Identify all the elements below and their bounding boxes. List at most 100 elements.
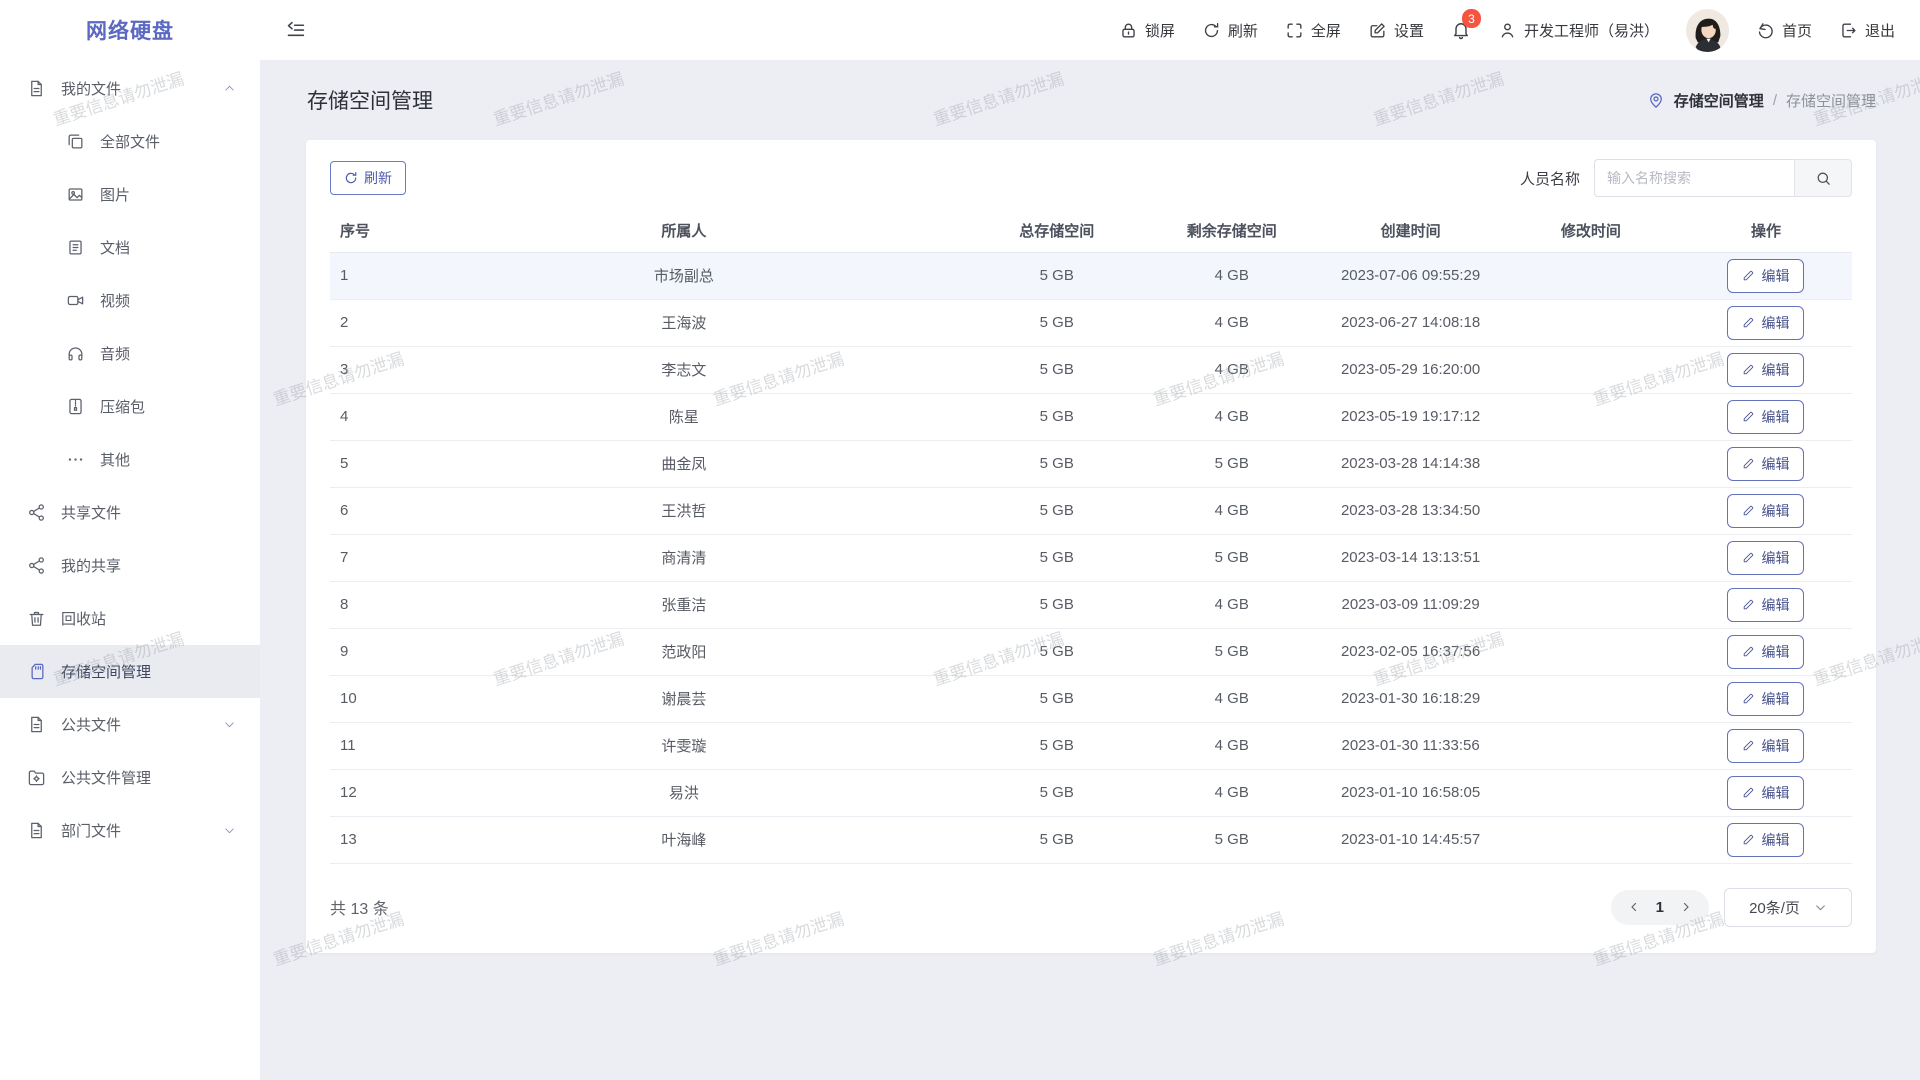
sidebar-item-recycle-bin[interactable]: 回收站 (0, 592, 260, 645)
refresh-page-button[interactable]: 刷新 (1202, 20, 1258, 41)
cell-modified (1502, 628, 1680, 675)
sidebar-item-my-shares[interactable]: 我的共享 (0, 539, 260, 592)
trash-icon (27, 609, 46, 628)
edit-button-label: 编辑 (1761, 642, 1789, 662)
fullscreen-button[interactable]: 全屏 (1285, 20, 1341, 41)
cell-total: 5 GB (969, 628, 1144, 675)
edit-button[interactable]: 编辑 (1727, 588, 1804, 622)
person-icon (1498, 21, 1517, 40)
cell-remaining: 4 GB (1144, 346, 1319, 393)
pagination: 1 20条/页 (1611, 888, 1852, 927)
breadcrumb-current[interactable]: 存储空间管理 (1674, 90, 1764, 111)
cell-owner: 王海波 (398, 299, 969, 346)
cell-modified (1502, 252, 1680, 299)
share-icon (27, 556, 46, 575)
video-icon (66, 291, 85, 310)
menu-fold-icon[interactable] (285, 20, 306, 41)
edit-button[interactable]: 编辑 (1727, 635, 1804, 669)
sidebar-item-label: 视频 (100, 290, 130, 311)
search-input[interactable] (1594, 159, 1794, 197)
main-content: 存储空间管理 存储空间管理 / 存储空间管理 刷新 人员名称 (260, 60, 1920, 1080)
sidebar-item-public-file-management[interactable]: 公共文件管理 (0, 751, 260, 804)
sidebar-item-label: 音频 (100, 343, 130, 364)
cell-action: 编辑 (1680, 675, 1852, 722)
storage-icon (27, 662, 46, 681)
avatar[interactable] (1686, 9, 1729, 52)
page-size-select[interactable]: 20条/页 (1724, 888, 1852, 927)
notifications-button[interactable]: 3 (1451, 20, 1471, 40)
edit-button-label: 编辑 (1761, 736, 1789, 756)
edit-button-label: 编辑 (1761, 454, 1789, 474)
column-header: 总存储空间 (969, 210, 1144, 252)
edit-button[interactable]: 编辑 (1727, 494, 1804, 528)
storage-table: 序号所属人总存储空间剩余存储空间创建时间修改时间操作 1市场副总5 GB4 GB… (330, 210, 1852, 864)
sidebar-item-documents[interactable]: 文档 (0, 221, 260, 274)
settings-label: 设置 (1394, 20, 1424, 41)
cell-total: 5 GB (969, 722, 1144, 769)
edit-button[interactable]: 编辑 (1727, 541, 1804, 575)
user-menu[interactable]: 开发工程师（易洪） (1498, 20, 1659, 41)
current-page[interactable]: 1 (1656, 899, 1664, 916)
table-refresh-button[interactable]: 刷新 (330, 161, 406, 195)
cell-created: 2023-03-28 14:14:38 (1319, 440, 1502, 487)
edit-button[interactable]: 编辑 (1727, 259, 1804, 293)
table-row: 8张重洁5 GB4 GB2023-03-09 11:09:29编辑 (330, 581, 1852, 628)
sidebar-item-my-files[interactable]: 我的文件 (0, 62, 260, 115)
pencil-icon (1742, 410, 1755, 423)
table-row: 1市场副总5 GB4 GB2023-07-06 09:55:29编辑 (330, 252, 1852, 299)
edit-button-label: 编辑 (1761, 595, 1789, 615)
cell-created: 2023-01-10 16:58:05 (1319, 769, 1502, 816)
sidebar-item-images[interactable]: 图片 (0, 168, 260, 221)
table-row: 5曲金凤5 GB5 GB2023-03-28 14:14:38编辑 (330, 440, 1852, 487)
edit-button[interactable]: 编辑 (1727, 729, 1804, 763)
edit-button[interactable]: 编辑 (1727, 823, 1804, 857)
cell-modified (1502, 722, 1680, 769)
edit-button[interactable]: 编辑 (1727, 682, 1804, 716)
image-icon (66, 185, 85, 204)
cell-modified (1502, 816, 1680, 863)
pencil-icon (1742, 269, 1755, 282)
cell-total: 5 GB (969, 440, 1144, 487)
pencil-icon (1742, 457, 1755, 470)
table-row: 12易洪5 GB4 GB2023-01-10 16:58:05编辑 (330, 769, 1852, 816)
prev-page-button[interactable] (1624, 901, 1644, 913)
logout-icon (1839, 21, 1858, 40)
cell-modified (1502, 769, 1680, 816)
search-button[interactable] (1794, 159, 1852, 197)
cell-created: 2023-07-06 09:55:29 (1319, 252, 1502, 299)
sidebar-item-others[interactable]: 其他 (0, 433, 260, 486)
home-button[interactable]: 首页 (1756, 20, 1812, 41)
total-count: 共 13 条 (330, 895, 389, 919)
sidebar-item-storage-management[interactable]: 存储空间管理 (0, 645, 260, 698)
edit-button[interactable]: 编辑 (1727, 353, 1804, 387)
page-title: 存储空间管理 (307, 85, 433, 115)
settings-button[interactable]: 设置 (1368, 20, 1424, 41)
sidebar-item-audio[interactable]: 音频 (0, 327, 260, 380)
table-row: 11许雯璇5 GB4 GB2023-01-30 11:33:56编辑 (330, 722, 1852, 769)
next-page-button[interactable] (1676, 901, 1696, 913)
sidebar-item-all-files[interactable]: 全部文件 (0, 115, 260, 168)
cell-remaining: 4 GB (1144, 252, 1319, 299)
cell-no: 9 (330, 628, 398, 675)
lock-screen-button[interactable]: 锁屏 (1119, 20, 1175, 41)
sidebar-item-public-files[interactable]: 公共文件 (0, 698, 260, 751)
edit-button[interactable]: 编辑 (1727, 776, 1804, 810)
sidebar-item-department-files[interactable]: 部门文件 (0, 804, 260, 857)
cell-no: 1 (330, 252, 398, 299)
table-row: 13叶海峰5 GB5 GB2023-01-10 14:45:57编辑 (330, 816, 1852, 863)
cell-created: 2023-01-30 11:33:56 (1319, 722, 1502, 769)
logout-button[interactable]: 退出 (1839, 20, 1895, 41)
cell-owner: 陈星 (398, 393, 969, 440)
pencil-icon (1742, 739, 1755, 752)
edit-button[interactable]: 编辑 (1727, 400, 1804, 434)
sidebar-item-shared-files[interactable]: 共享文件 (0, 486, 260, 539)
cell-total: 5 GB (969, 769, 1144, 816)
edit-button[interactable]: 编辑 (1727, 306, 1804, 340)
sidebar-item-archives[interactable]: 压缩包 (0, 380, 260, 433)
cell-no: 13 (330, 816, 398, 863)
edit-button[interactable]: 编辑 (1727, 447, 1804, 481)
cell-no: 11 (330, 722, 398, 769)
edit-button-label: 编辑 (1761, 830, 1789, 850)
sidebar-item-videos[interactable]: 视频 (0, 274, 260, 327)
cell-modified (1502, 299, 1680, 346)
